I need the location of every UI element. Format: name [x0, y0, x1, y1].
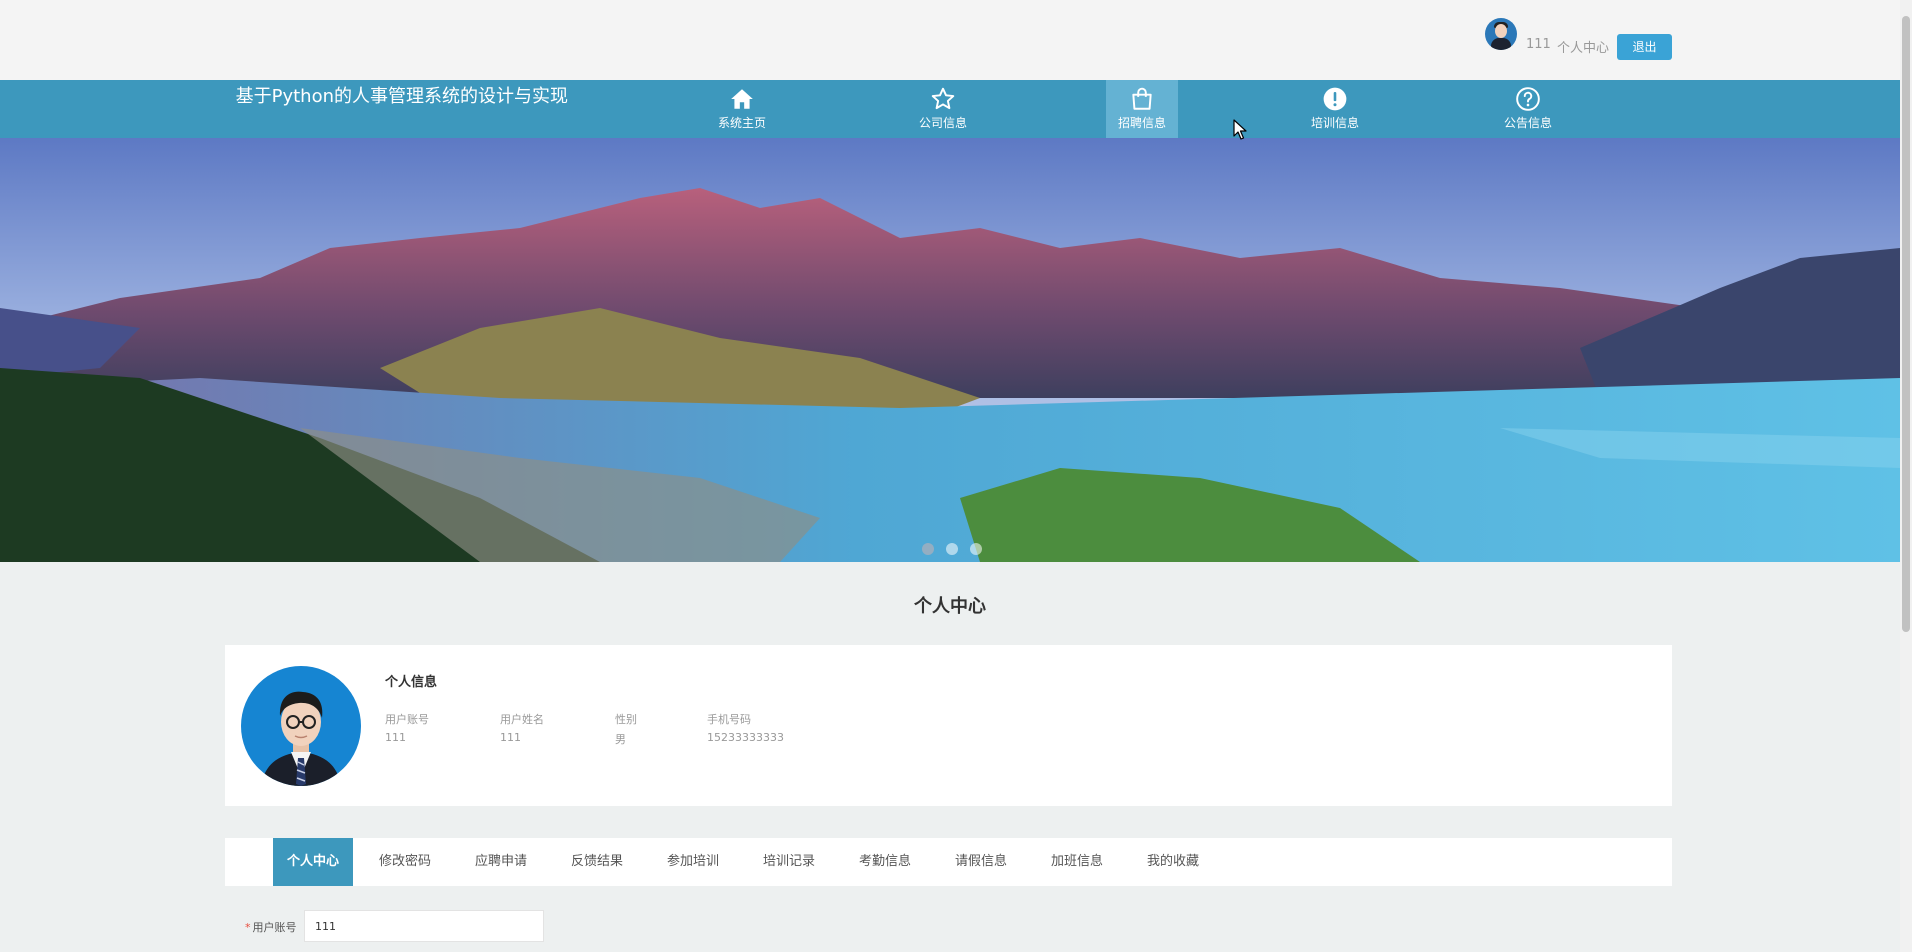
required-mark: * — [245, 921, 251, 934]
user-avatar[interactable] — [1485, 18, 1517, 50]
landscape-banner-image — [0, 138, 1900, 562]
site-title: 基于Python的人事管理系统的设计与实现 — [235, 86, 568, 107]
tab-feedback-results[interactable]: 反馈结果 — [553, 838, 641, 886]
nav-label-home: 系统主页 — [717, 116, 766, 130]
scrollbar-thumb[interactable] — [1902, 16, 1910, 632]
tab-favorites[interactable]: 我的收藏 — [1129, 838, 1217, 886]
exclamation-circle-icon — [1323, 87, 1347, 111]
field-phone-value: 15233333333 — [707, 731, 784, 744]
field-phone: 手机号码 15233333333 — [707, 711, 784, 744]
banner-carousel[interactable] — [0, 138, 1900, 562]
tab-training-records[interactable]: 培训记录 — [745, 838, 833, 886]
tab-leave[interactable]: 请假信息 — [937, 838, 1025, 886]
field-name-label: 用户姓名 — [500, 713, 544, 726]
nav-label-notices: 公告信息 — [1503, 116, 1552, 130]
profile-info-heading: 个人信息 — [385, 675, 438, 690]
field-phone-label: 手机号码 — [707, 713, 751, 726]
tab-join-training[interactable]: 参加培训 — [649, 838, 737, 886]
nav-item-recruitment[interactable]: 招聘信息 — [1106, 80, 1178, 138]
nav-label-training: 培训信息 — [1310, 116, 1359, 130]
profile-photo — [241, 666, 361, 786]
field-gender-label: 性别 — [615, 713, 637, 726]
top-bar: 111 个人中心 退出 — [0, 0, 1900, 80]
home-icon — [731, 89, 753, 109]
page-title: 个人中心 — [914, 596, 986, 617]
nav-item-home[interactable]: 系统主页 — [706, 80, 778, 138]
tab-job-applications[interactable]: 应聘申请 — [457, 838, 545, 886]
nav-item-company[interactable]: 公司信息 — [907, 80, 979, 138]
tab-overtime[interactable]: 加班信息 — [1033, 838, 1121, 886]
star-icon — [931, 87, 955, 110]
field-account-label: 用户账号 — [385, 713, 429, 726]
field-gender: 性别 男 — [615, 711, 637, 747]
field-account: 用户账号 111 — [385, 711, 429, 744]
account-field-label-text: 用户账号 — [252, 921, 297, 934]
mouse-cursor-icon — [1233, 119, 1247, 140]
tab-user-center[interactable]: 个人中心 — [273, 838, 353, 886]
field-name-value: 111 — [500, 731, 521, 744]
tab-attendance[interactable]: 考勤信息 — [841, 838, 929, 886]
field-gender-value: 男 — [615, 733, 626, 746]
nav-item-training[interactable]: 培训信息 — [1299, 80, 1371, 138]
user-center-link[interactable]: 个人中心 — [1557, 37, 1609, 56]
logout-button[interactable]: 退出 — [1617, 34, 1672, 60]
tab-change-password[interactable]: 修改密码 — [361, 838, 449, 886]
carousel-dot-1[interactable] — [922, 543, 934, 555]
page-scrollbar[interactable] — [1900, 0, 1912, 952]
account-field-label: * 用户账号 — [245, 919, 297, 935]
carousel-dot-2[interactable] — [946, 543, 959, 555]
profile-tabs: 个人中心 修改密码 应聘申请 反馈结果 参加培训 培训记录 考勤信息 请假信息 … — [225, 838, 1672, 886]
field-account-value: 111 — [385, 731, 406, 744]
profile-card: 个人信息 用户账号 111 用户姓名 111 性别 男 手机号码 1523333… — [225, 645, 1672, 806]
carousel-indicators — [922, 540, 989, 555]
shopping-bag-icon — [1132, 87, 1152, 110]
field-name: 用户姓名 111 — [500, 711, 544, 744]
question-circle-icon — [1516, 87, 1540, 111]
nav-item-notices[interactable]: 公告信息 — [1492, 80, 1564, 138]
nav-label-company: 公司信息 — [918, 116, 967, 130]
account-input[interactable] — [304, 910, 544, 942]
nav-label-recruitment: 招聘信息 — [1117, 116, 1166, 130]
username-label: 111 — [1526, 37, 1551, 52]
